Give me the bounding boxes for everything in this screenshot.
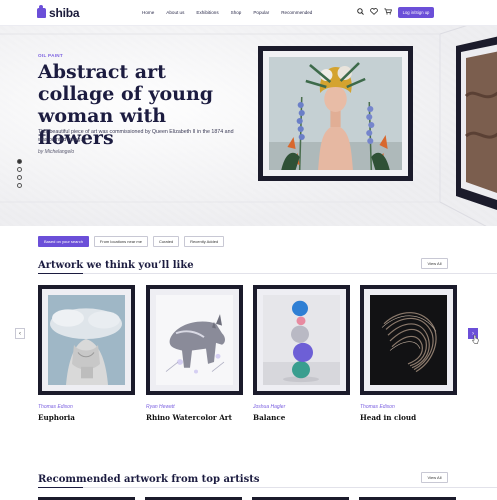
chip-curated[interactable]: Curated	[152, 236, 180, 247]
nav-shop[interactable]: Shop	[231, 10, 242, 15]
hero-artwork-mat	[263, 51, 408, 176]
artwork-frame	[38, 285, 135, 395]
artwork-frame	[146, 285, 243, 395]
header-icons	[357, 8, 392, 15]
page: shiba Home About us Exhibitions Shop Pop…	[0, 0, 497, 500]
main-nav: Home About us Exhibitions Shop Popular R…	[142, 10, 312, 15]
chip-recently-added[interactable]: Recently Added	[184, 236, 225, 247]
hero-kicker: OIL PAINT	[38, 53, 63, 58]
nav-about-us[interactable]: About us	[166, 10, 184, 15]
top-header: shiba Home About us Exhibitions Shop Pop…	[0, 0, 497, 26]
artwork-frame	[253, 285, 350, 395]
nav-popular[interactable]: Popular	[253, 10, 269, 15]
hero-description: This beautiful piece of art was commissi…	[38, 129, 234, 143]
artwork-title[interactable]: Rhino Watercolor Art	[146, 413, 243, 422]
artwork-image-euphoria	[48, 295, 125, 385]
slide-dot-4[interactable]	[17, 183, 22, 188]
artwork-artist[interactable]: Joshua Hagler	[253, 404, 350, 410]
artwork-image-balance	[263, 295, 340, 385]
slide-dot-2[interactable]	[17, 167, 22, 172]
slide-dot-3[interactable]	[17, 175, 22, 180]
section-title-recommended: Artwork we think you’ll like	[38, 260, 194, 271]
artwork-artist[interactable]: Thomas Edison	[38, 404, 135, 410]
hero-artwork-image	[269, 57, 402, 171]
section-divider-1	[38, 273, 497, 274]
chip-based-on-search[interactable]: Based on your search	[38, 236, 89, 247]
artwork-artist[interactable]: Ryan Hewett	[146, 404, 243, 410]
hero-byline: by Michelangelo	[38, 149, 75, 155]
artwork-card[interactable]: Joshua Hagler Balance	[253, 285, 350, 422]
logo-text: shiba	[49, 6, 80, 20]
hero-slide-dots	[17, 159, 22, 188]
hero-artwork-frame[interactable]	[258, 46, 413, 181]
section-title-top-artists: Recommended artwork from top artists	[38, 474, 260, 485]
artwork-title[interactable]: Balance	[253, 413, 350, 422]
artwork-card[interactable]: Thomas Edison Euphoria	[38, 285, 135, 422]
artwork-image-rhino	[156, 295, 233, 385]
section-divider-2	[38, 487, 497, 488]
nav-exhibitions[interactable]: Exhibitions	[196, 10, 218, 15]
artwork-artist[interactable]: Thomas Edison	[360, 404, 457, 410]
artwork-title[interactable]: Euphoria	[38, 413, 135, 422]
view-all-button-1[interactable]: View All	[421, 258, 448, 269]
cart-icon[interactable]	[384, 8, 392, 15]
hero-banner: OIL PAINT Abstract art collage of young …	[0, 26, 497, 226]
artwork-card[interactable]: Thomas Edison Head in cloud	[360, 285, 457, 422]
nav-recommended[interactable]: Recommended	[281, 10, 312, 15]
heart-icon[interactable]	[370, 8, 378, 15]
artwork-image-head-in-cloud	[370, 295, 447, 385]
side-artwork-frame	[456, 36, 497, 210]
mouse-pointer-icon	[472, 335, 479, 344]
logo[interactable]: shiba	[37, 5, 80, 20]
nav-home[interactable]: Home	[142, 10, 154, 15]
artwork-card[interactable]: Ryan Hewett Rhino Watercolor Art	[146, 285, 243, 422]
view-all-button-2[interactable]: View All	[421, 472, 448, 483]
search-icon[interactable]	[357, 8, 364, 15]
artwork-title[interactable]: Head in cloud	[360, 413, 457, 422]
chip-near-me[interactable]: From locations near me	[93, 236, 148, 247]
artwork-frame	[360, 285, 457, 395]
logo-icon	[37, 5, 46, 18]
filter-chips: Based on your search From locations near…	[38, 236, 225, 247]
slide-dot-1[interactable]	[17, 159, 22, 164]
carousel-prev-button[interactable]: ‹	[15, 328, 25, 339]
login-signup-button[interactable]: Log in/Sign up	[398, 7, 434, 18]
